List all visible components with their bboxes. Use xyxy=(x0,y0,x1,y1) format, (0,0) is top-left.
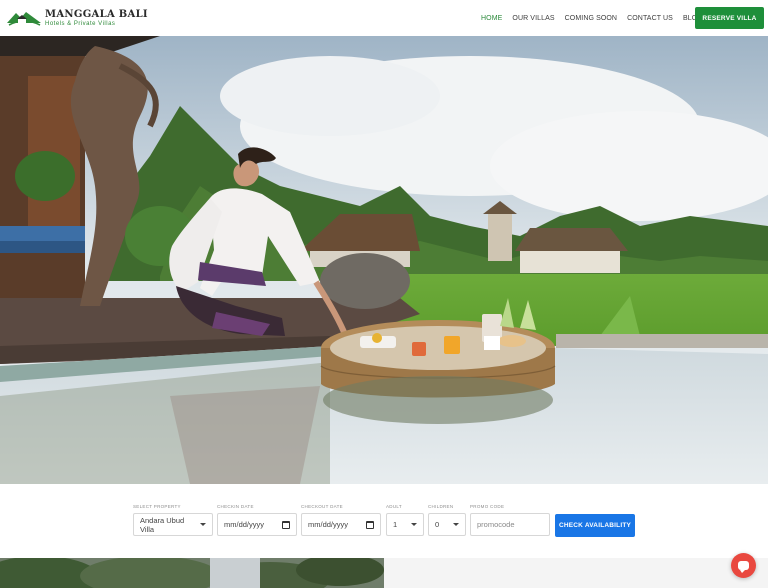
next-section-preview xyxy=(0,558,768,588)
reserve-villa-button[interactable]: RESERVE VILLA xyxy=(695,7,764,29)
property-field: SELECT PROPERTY Andara Ubud Villa xyxy=(133,504,213,536)
brand-tagline: Hotels & Private Villas xyxy=(45,20,116,27)
adult-field: ADULT 1 xyxy=(386,504,424,536)
checkout-date-input[interactable]: mm/dd/yyyy xyxy=(301,513,381,536)
checkout-label: CHECKOUT DATE xyxy=(301,504,343,509)
mountain-house-logo-icon xyxy=(7,12,41,26)
checkin-label: CHECKIN DATE xyxy=(217,504,254,509)
site-header: MANGGALA BALI Hotels & Private Villas HO… xyxy=(0,0,768,36)
chat-button[interactable] xyxy=(731,553,756,578)
promo-field: PROMO CODE promocode xyxy=(470,504,550,536)
children-field: CHILDREN 0 xyxy=(428,504,466,536)
page: MANGGALA BALI Hotels & Private Villas HO… xyxy=(0,0,768,588)
brand-logo[interactable]: MANGGALA BALI Hotels & Private Villas xyxy=(6,7,148,29)
promo-placeholder: promocode xyxy=(477,520,515,529)
chat-bubble-icon xyxy=(738,561,749,573)
hero-photo-villa-floating-breakfast xyxy=(0,36,768,484)
section-photo xyxy=(0,558,384,588)
chevron-down-icon xyxy=(411,523,417,526)
adult-value: 1 xyxy=(393,520,398,529)
promo-label: PROMO CODE xyxy=(470,504,505,509)
checkin-date-input[interactable]: mm/dd/yyyy xyxy=(217,513,297,536)
brand-name: MANGGALA BALI xyxy=(45,8,148,20)
checkin-field: CHECKIN DATE mm/dd/yyyy xyxy=(217,504,297,536)
property-select[interactable]: Andara Ubud Villa xyxy=(133,513,213,536)
booking-form: SELECT PROPERTY Andara Ubud Villa CHECKI… xyxy=(0,484,768,558)
property-value: Andara Ubud Villa xyxy=(140,515,185,534)
chevron-down-icon xyxy=(200,523,206,526)
children-value: 0 xyxy=(435,520,440,529)
children-select[interactable]: 0 xyxy=(428,513,466,536)
children-label: CHILDREN xyxy=(428,504,454,509)
nav-item-home[interactable]: HOME xyxy=(481,15,502,22)
property-label: SELECT PROPERTY xyxy=(133,504,181,509)
nav-item-contact-us[interactable]: CONTACT US xyxy=(627,15,673,22)
calendar-icon[interactable] xyxy=(282,520,290,529)
checkin-value: mm/dd/yyyy xyxy=(224,520,265,529)
nav-item-our-villas[interactable]: OUR VILLAS xyxy=(512,15,554,22)
checkout-value: mm/dd/yyyy xyxy=(308,520,349,529)
adult-select[interactable]: 1 xyxy=(386,513,424,536)
hero-image xyxy=(0,36,768,484)
adult-label: ADULT xyxy=(386,504,402,509)
promo-code-input[interactable]: promocode xyxy=(470,513,550,536)
checkout-field: CHECKOUT DATE mm/dd/yyyy xyxy=(301,504,381,536)
chevron-down-icon xyxy=(453,523,459,526)
check-availability-button[interactable]: CHECK AVAILABILITY xyxy=(555,514,635,537)
main-nav: HOME OUR VILLAS COMING SOON CONTACT US B… xyxy=(481,0,713,36)
calendar-icon[interactable] xyxy=(366,520,374,529)
nav-item-coming-soon[interactable]: COMING SOON xyxy=(565,15,617,22)
